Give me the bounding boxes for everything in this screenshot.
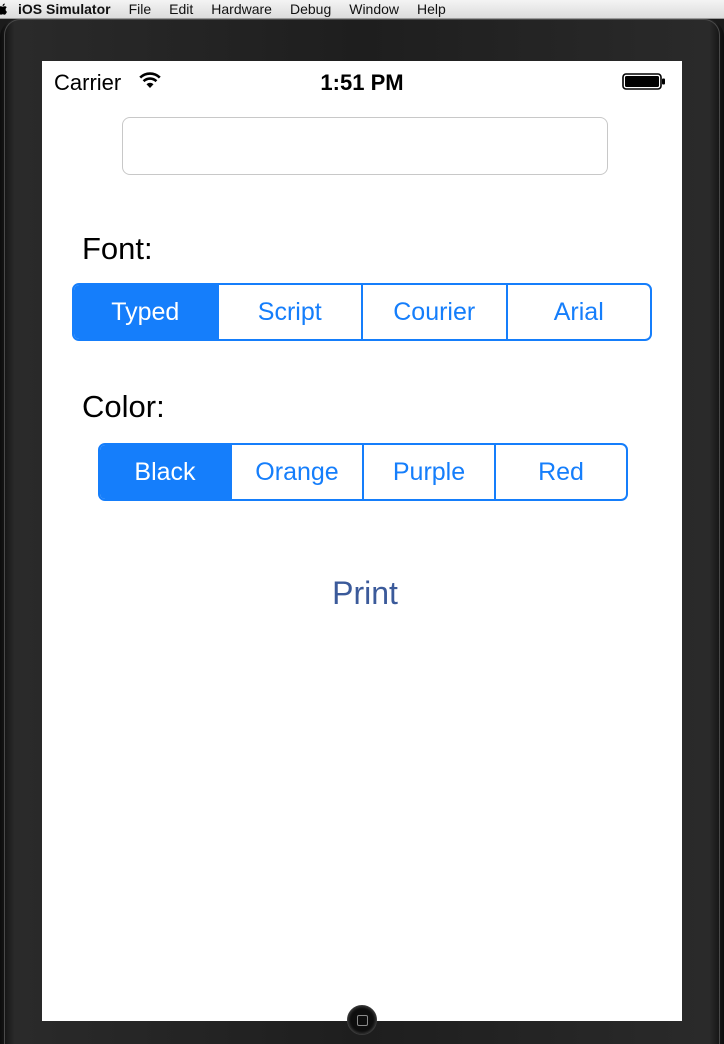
color-option-purple[interactable]: Purple	[362, 445, 494, 499]
font-option-arial[interactable]: Arial	[505, 285, 651, 339]
menu-app-name[interactable]: iOS Simulator	[18, 0, 111, 18]
font-option-typed[interactable]: Typed	[74, 285, 217, 339]
apple-menu-icon[interactable]	[0, 2, 8, 16]
device-frame: Carrier 1:51 PM Font: Typed Script Couri…	[0, 19, 724, 1044]
home-square-icon	[357, 1015, 368, 1026]
font-segmented-control: Typed Script Courier Arial	[72, 283, 652, 341]
menu-file[interactable]: File	[129, 0, 152, 18]
mac-menu-bar: iOS Simulator File Edit Hardware Debug W…	[0, 0, 724, 19]
battery-icon	[622, 73, 665, 90]
menu-hardware[interactable]: Hardware	[211, 0, 272, 18]
font-option-courier[interactable]: Courier	[361, 285, 506, 339]
device-screen: Carrier 1:51 PM Font: Typed Script Couri…	[42, 61, 682, 1021]
font-label: Font:	[82, 231, 153, 266]
menu-help[interactable]: Help	[417, 0, 446, 18]
status-bar: Carrier 1:51 PM	[42, 61, 682, 101]
print-button[interactable]: Print	[42, 575, 682, 612]
status-time: 1:51 PM	[320, 70, 404, 95]
menu-window[interactable]: Window	[349, 0, 399, 18]
menu-edit[interactable]: Edit	[169, 0, 193, 18]
home-button[interactable]	[347, 1005, 377, 1035]
color-label: Color:	[82, 389, 165, 424]
text-input[interactable]	[122, 117, 608, 175]
font-option-script[interactable]: Script	[216, 285, 362, 339]
color-option-black[interactable]: Black	[100, 445, 230, 499]
color-option-orange[interactable]: Orange	[230, 445, 362, 499]
color-segmented-control: Black Orange Purple Red	[98, 443, 628, 501]
menu-debug[interactable]: Debug	[290, 0, 331, 18]
color-option-red[interactable]: Red	[494, 445, 626, 499]
